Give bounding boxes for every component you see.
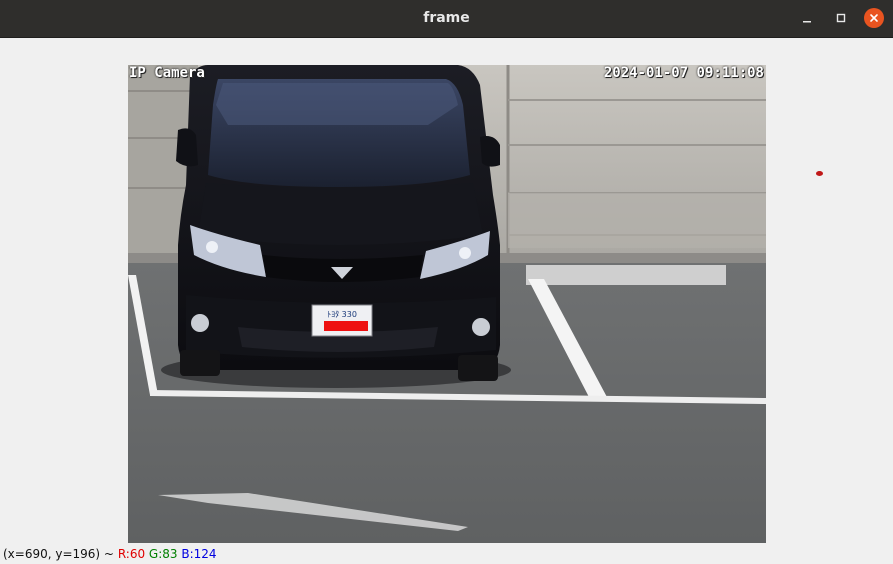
cursor-position: (x=690, y=196) ~ [3, 547, 114, 561]
blue-value: B:124 [181, 547, 217, 561]
parking-scene-image: ﾄﾖﾀ 330 [128, 65, 766, 543]
red-marker-dot [816, 171, 823, 176]
maximize-icon [836, 13, 846, 23]
green-value: G:83 [148, 547, 178, 561]
timestamp-overlay: 2024-01-07 09:11:08 [603, 65, 764, 81]
camera-label: IP Camera [129, 65, 205, 81]
minimize-icon [803, 21, 811, 23]
close-icon [870, 14, 878, 22]
maximize-button[interactable] [831, 8, 851, 28]
status-bar: (x=690, y=196) ~ R:60 G:83 B:124 [0, 545, 893, 564]
red-value: R:60 [117, 547, 146, 561]
camera-frame[interactable]: ﾄﾖﾀ 330 IP Camera 2024-01-07 09:11:08 [128, 65, 766, 543]
license-plate-text: ﾄﾖﾀ 330 [327, 310, 357, 319]
window-title: frame [423, 10, 470, 26]
image-canvas[interactable]: ﾄﾖﾀ 330 IP Camera 2024-01-07 09:11:08 [0, 38, 893, 545]
window-titlebar[interactable]: frame [0, 0, 893, 38]
minimize-button[interactable] [797, 8, 817, 28]
close-button[interactable] [864, 8, 884, 28]
